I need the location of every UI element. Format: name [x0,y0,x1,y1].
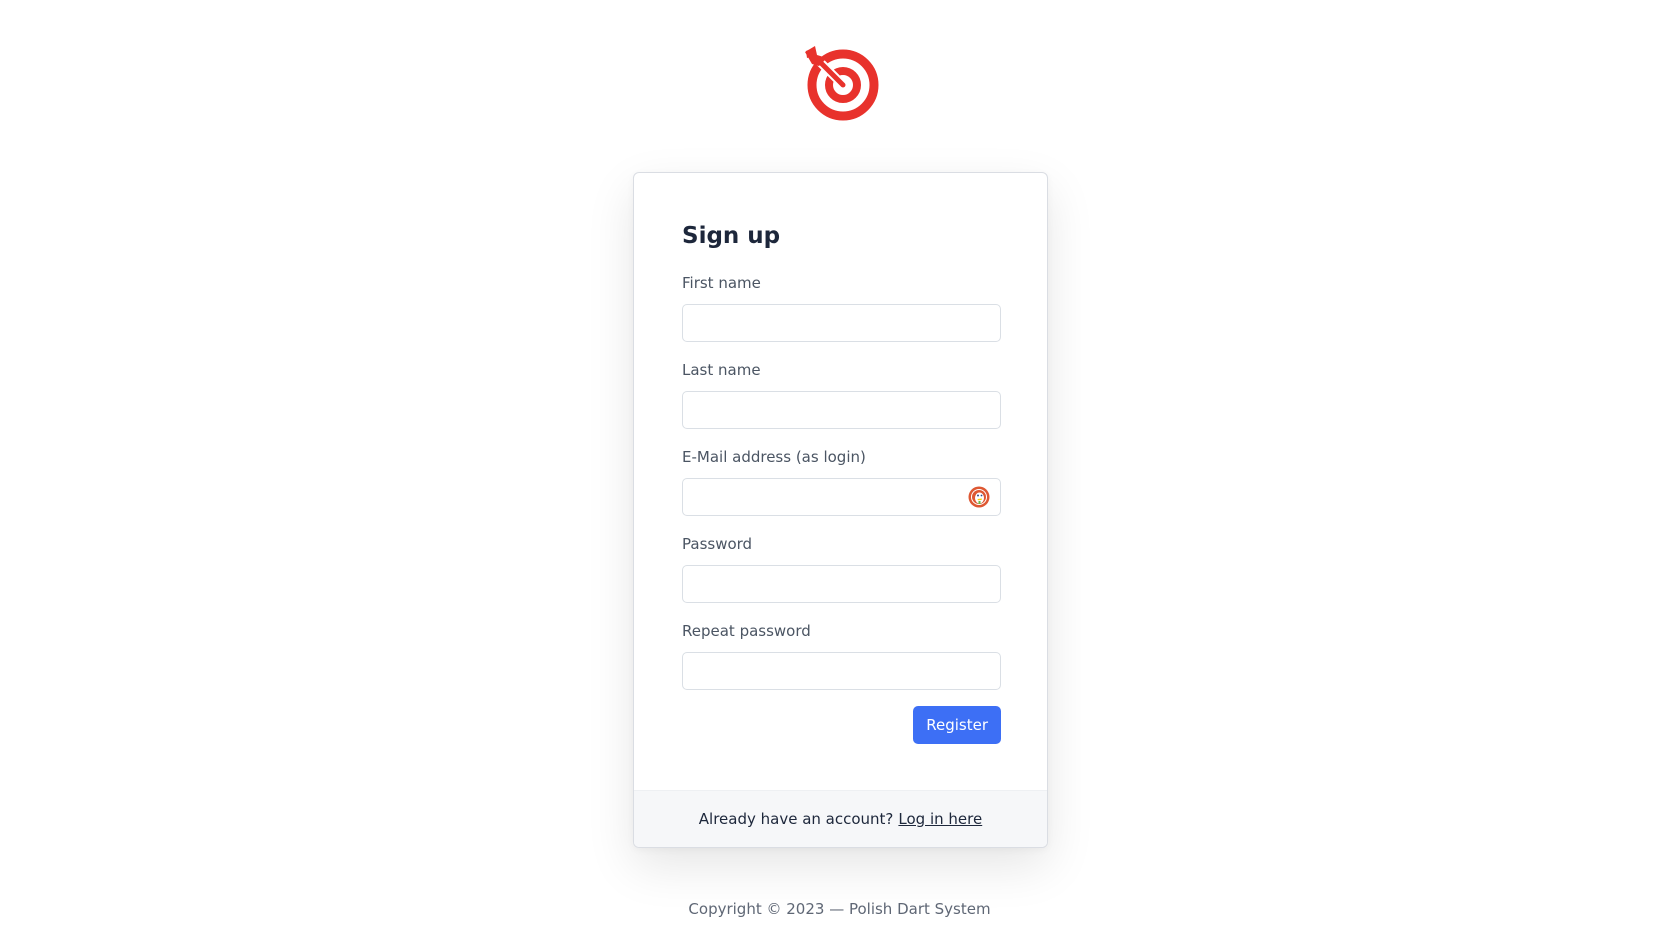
email-field: E-Mail address (as login) [682,447,1001,516]
signup-page: Sign up First name Last name E-Mail addr… [0,0,1679,944]
signup-card-body: Sign up First name Last name E-Mail addr… [634,173,1047,744]
password-input[interactable] [682,565,1001,603]
email-input[interactable] [682,478,1001,516]
signup-card: Sign up First name Last name E-Mail addr… [633,172,1048,848]
first-name-label: First name [682,274,761,292]
duckduckgo-icon[interactable] [968,486,990,508]
repeat-password-label: Repeat password [682,622,811,640]
dart-target-icon [805,46,879,121]
repeat-password-input[interactable] [682,652,1001,690]
login-link[interactable]: Log in here [898,810,982,828]
email-label: E-Mail address (as login) [682,448,866,466]
card-footer: Already have an account? Log in here [634,790,1047,847]
copyright-text: Copyright © 2023 — Polish Dart System [688,900,991,918]
register-button[interactable]: Register [913,706,1001,744]
last-name-field: Last name [682,360,1001,429]
last-name-label: Last name [682,361,761,379]
login-prompt: Already have an account? [698,810,894,828]
password-field: Password [682,534,1001,603]
form-title: Sign up [682,223,781,249]
form-actions: Register [682,706,1001,744]
repeat-password-field: Repeat password [682,621,1001,690]
password-label: Password [682,535,753,553]
first-name-input[interactable] [682,304,1001,342]
last-name-input[interactable] [682,391,1001,429]
first-name-field: First name [682,273,1001,342]
